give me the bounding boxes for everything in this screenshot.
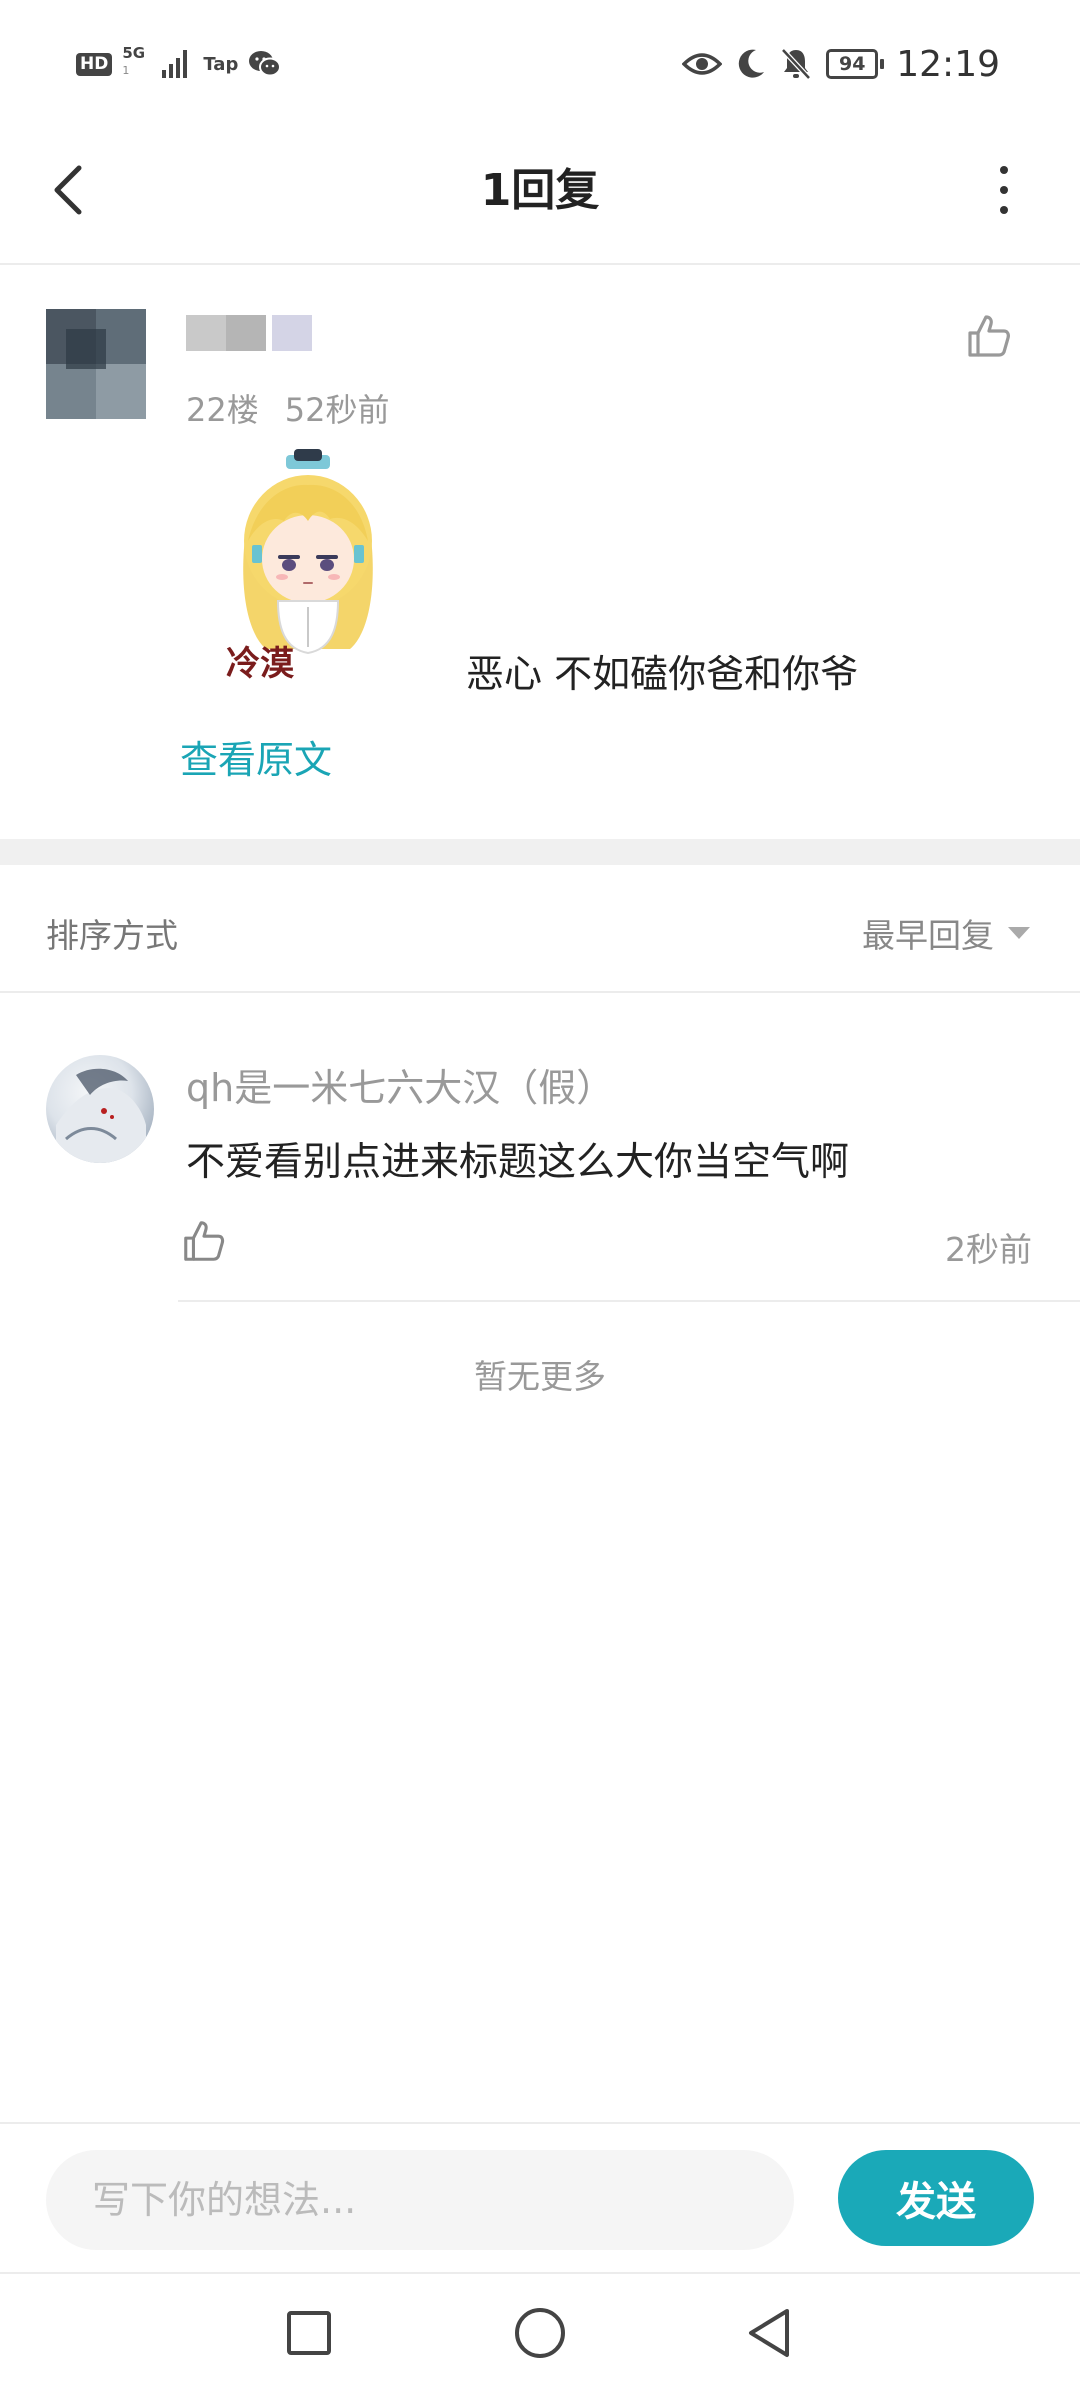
home-button[interactable] — [505, 2298, 575, 2368]
tap-app-label: Tap — [203, 53, 239, 75]
hd-badge: HD — [76, 52, 113, 76]
more-dot-icon — [1000, 206, 1008, 214]
reply-username[interactable]: qh是一米七六大汉（假） — [186, 1057, 614, 1112]
reply-content: 不爱看别点进来标题这么大你当空气啊 — [186, 1140, 850, 1185]
post-meta: 22楼 52秒前 — [186, 385, 389, 431]
post-like-button[interactable] — [964, 311, 1014, 361]
page-title: 1回复 — [480, 165, 600, 216]
moon-icon — [739, 49, 765, 78]
network-sub: 1 — [122, 64, 130, 77]
status-right: 94 12:19 — [682, 42, 1000, 86]
post-content: 恶心 不如磕你爸和你爷 — [466, 652, 859, 696]
floor-number: 22楼 — [186, 391, 259, 429]
view-original-link[interactable]: 查看原文 — [180, 729, 332, 784]
reply-avatar[interactable] — [46, 1055, 154, 1163]
more-options-button[interactable] — [984, 162, 1024, 218]
signal-icon — [162, 50, 188, 78]
thumbs-up-icon — [968, 315, 1010, 357]
network-indicator: 5G 1 — [122, 44, 152, 84]
section-divider — [0, 839, 1080, 865]
reply-item: qh是一米七六大汉（假） 不爱看别点进来标题这么大你当空气啊 2秒前 — [0, 995, 1080, 1302]
system-nav-bar — [0, 2272, 1080, 2388]
more-dot-icon — [1000, 166, 1008, 174]
bell-muted-icon — [781, 48, 812, 80]
reply-divider — [178, 1300, 1080, 1302]
status-left: HD 5G 1 Tap — [76, 44, 282, 84]
sort-value: 最早回复 — [862, 916, 994, 955]
back-nav-button[interactable] — [734, 2298, 804, 2368]
triangle-back-icon — [749, 2309, 789, 2357]
reply-like-button[interactable] — [180, 1217, 228, 1265]
reply-time: 2秒前 — [945, 1230, 1032, 1269]
original-post: 22楼 52秒前 冷漠 恶心 不如磕你爸和你爷 查看原文 — [0, 267, 1080, 839]
sort-bar: 排序方式 最早回复 — [0, 865, 1080, 993]
network-label: 5G — [122, 44, 146, 62]
comment-input[interactable] — [46, 2150, 794, 2250]
more-dot-icon — [1000, 186, 1008, 194]
anime-girl-sticker-icon: 冷漠 — [226, 449, 373, 684]
comment-bar: 发送 — [0, 2122, 1080, 2272]
avatar-art-icon — [56, 1068, 146, 1163]
eye-icon — [682, 53, 723, 75]
square-icon — [287, 2311, 331, 2355]
post-time: 52秒前 — [284, 391, 390, 429]
sticker-caption: 冷漠 — [226, 644, 295, 679]
no-more-label: 暂无更多 — [474, 1357, 606, 1396]
sort-label: 排序方式 — [46, 916, 178, 955]
author-avatar-blurred[interactable] — [46, 309, 146, 419]
status-bar: HD 5G 1 Tap 94 12:19 — [0, 0, 1080, 128]
recents-button[interactable] — [274, 2298, 344, 2368]
battery-indicator: 94 — [826, 49, 885, 79]
clock: 12:19 — [896, 43, 1000, 85]
app-header: 1回复 — [0, 128, 1080, 265]
author-name-blurred — [186, 311, 346, 359]
circle-icon — [515, 2308, 565, 2358]
thumbs-up-icon — [184, 1221, 225, 1261]
sort-dropdown[interactable]: 最早回复 — [862, 909, 1030, 957]
send-button[interactable]: 发送 — [838, 2150, 1034, 2246]
sticker-image[interactable]: 冷漠 — [218, 449, 398, 684]
wechat-icon — [249, 51, 282, 77]
caret-down-icon — [1008, 927, 1030, 939]
